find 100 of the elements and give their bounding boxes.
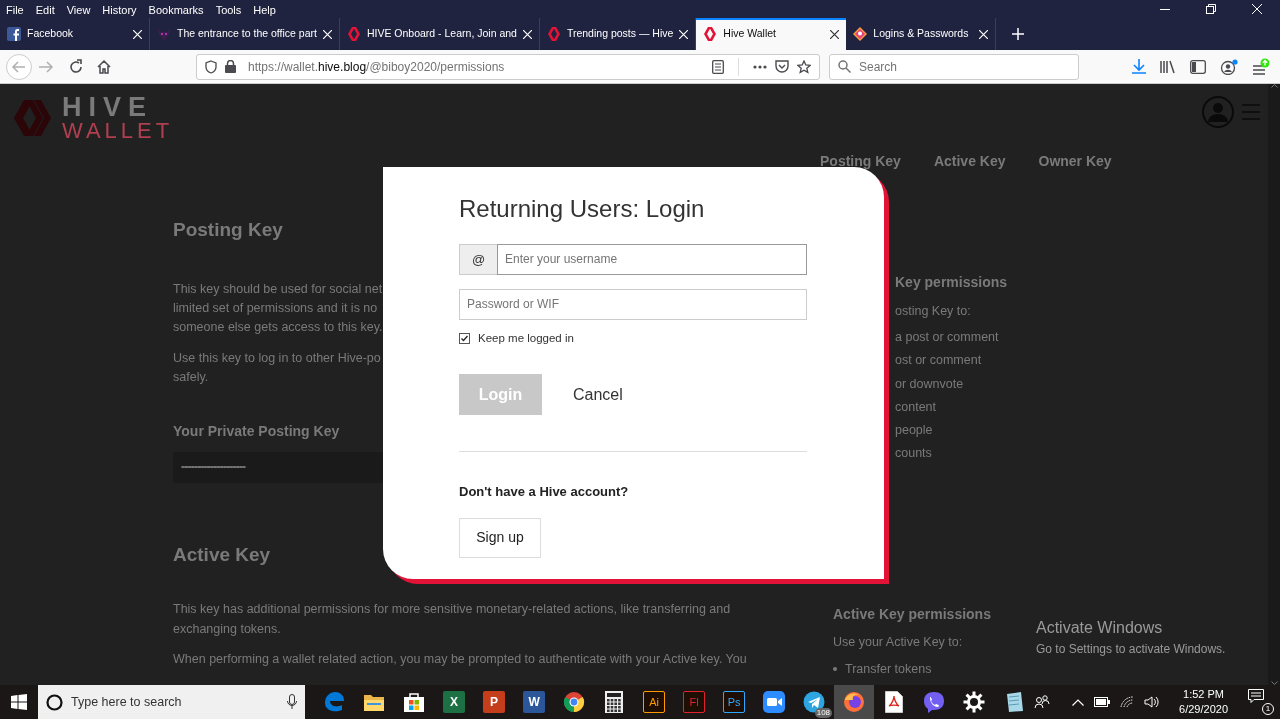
new-tab-icon[interactable] [1012,28,1025,40]
sidebar-icon[interactable] [1190,59,1206,74]
key-tab[interactable]: Owner Key [1038,151,1112,172]
address-bar[interactable]: https://wallet.hive.blog/@biboy2020/permissions [196,53,820,80]
permission-item: Transfer tokens [845,660,932,678]
menu-item[interactable]: File [0,0,30,18]
menu-item[interactable]: Bookmarks [142,0,210,18]
menu-item[interactable]: Help [247,0,282,18]
section-heading: Posting Key [173,218,283,242]
chrome-browser-icon[interactable] [563,691,586,713]
reader-view-icon[interactable] [712,59,724,74]
hive-logo-icon [346,26,361,42]
edge-browser-icon[interactable] [323,691,346,713]
taskbar-button[interactable]: 108 [794,685,835,719]
cortana-icon [46,693,64,711]
notifications-icon[interactable] [1248,689,1264,704]
volume-icon[interactable] [1144,696,1160,708]
taskbar-clock[interactable]: 1:52 PM 6/29/2020 [1179,687,1228,717]
battery-icon[interactable] [1094,697,1111,707]
permissions-intro: Use your Active Key to: [833,633,963,651]
password-field[interactable]: Password or WIF [459,288,807,320]
permission-item: a post or comment [895,329,999,346]
taskbar-button[interactable] [834,685,875,719]
paragraph: When performing a wallet related action, you may be prompted to authenticate with your Active key. You [173,651,748,668]
permission-item: counts [895,445,932,463]
taskbar-button[interactable]: W [514,685,555,719]
app-icon: P [483,691,506,713]
menu-icon[interactable] [1252,57,1270,76]
app-icon: X [443,691,466,713]
video-camera-icon[interactable] [763,691,786,713]
paragraph: This key has additional permissions for more sensitive monetary-related actions, like transferring and exchanging tokens. [173,601,732,638]
calculator-icon[interactable] [603,691,626,713]
menu-item[interactable]: Edit [29,0,61,18]
account-icon[interactable] [1220,58,1238,75]
library-icon[interactable] [1160,59,1176,74]
minimize-icon[interactable] [1160,8,1170,10]
search-field[interactable]: Search [829,53,1079,80]
paragraph-line: Use this key to log in to other Hive-po [173,349,381,367]
folder-icon[interactable] [363,692,386,712]
wifi-icon[interactable] [1120,696,1135,708]
url-text: https://wallet.hive.blog/@biboy2020/permissions [248,58,506,76]
store-bag-icon[interactable] [403,691,426,713]
star-icon[interactable] [797,59,811,74]
chevron-up-icon[interactable] [1072,698,1085,706]
hive-logo-icon [12,99,54,137]
menu-item[interactable]: Tools [209,0,248,18]
notification-count-badge: 1 [1262,703,1274,715]
microphone-icon [287,694,298,710]
more-icon[interactable] [753,64,767,69]
checkbox[interactable] [459,332,470,344]
key-diamond-icon [853,27,868,41]
paragraph-line: This key should be used for social net [173,280,383,298]
pocket-icon[interactable] [775,60,789,73]
dialog-title: Returning Users: Login [459,195,706,224]
gear-icon[interactable] [963,691,986,713]
taskbar-button[interactable]: Fl [674,685,715,719]
menu-item[interactable]: View [60,0,97,18]
username-field[interactable]: Enter your username [497,243,807,275]
restore-icon[interactable] [1206,4,1216,14]
checkbox-label: Keep me logged in [478,330,574,346]
hive-logo-icon [703,26,718,42]
signup-prompt: Don't have a Hive account? [459,483,630,502]
signup-button[interactable]: Sign up [459,517,541,558]
paragraph-line: safely. [173,368,209,386]
hive-logo-icon [546,26,561,42]
search-icon [838,60,851,73]
key-tab[interactable]: Posting Key [820,151,901,172]
download-icon[interactable] [1132,59,1146,74]
permissions-heading: Active Key permissions [833,604,991,624]
section-heading: Active Key [173,542,271,567]
close-icon[interactable] [830,29,840,39]
browser-tab[interactable]: Hive Wallet [696,18,847,50]
taskbar-search-field[interactable]: Type here to search [38,685,306,719]
scroll-down-icon[interactable] [1270,681,1278,685]
app-icon: W [523,691,546,713]
phone-bubble-icon[interactable] [923,691,946,713]
windows-start-icon[interactable] [11,694,27,710]
taskbar-button[interactable]: X [434,685,475,719]
people-icon[interactable] [1034,695,1051,709]
cancel-link[interactable]: Cancel [573,382,623,407]
firefox-browser-icon[interactable] [843,691,866,713]
pdf-document-icon[interactable] [885,691,904,713]
taskbar-button[interactable]: Ps [714,685,755,719]
notice-text: Go to Settings to activate Windows. [1036,641,1226,658]
scrollbar[interactable] [1268,84,1280,685]
permissions-intro: osting Key to: [895,303,971,320]
taskbar-button[interactable]: P [474,685,515,719]
permission-item: ost or comment [895,352,982,370]
logo-text: HIVE [62,94,154,120]
at-sign: @ [459,243,497,275]
menu-item[interactable]: History [96,0,143,18]
creature-icon [157,27,171,41]
scroll-up-icon[interactable] [1270,84,1278,88]
shield-icon [205,59,217,74]
key-tab[interactable]: Active Key [933,151,1006,172]
taskbar-button[interactable]: Ai [634,685,675,719]
home-icon[interactable] [96,58,112,75]
reload-icon[interactable] [68,58,84,75]
field-label: Your Private Posting Key [173,421,340,441]
paragraph-line: someone else gets access to this key. [173,318,383,336]
